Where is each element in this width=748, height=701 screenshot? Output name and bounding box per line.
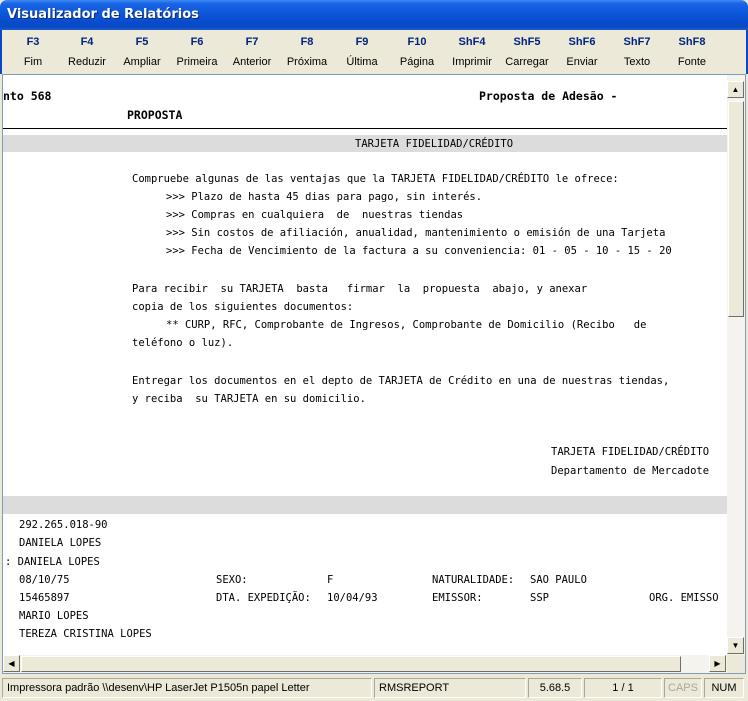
signature-line: TARJETA FIDELIDAD/CRÉDITO <box>551 446 710 458</box>
page-key: F10 <box>407 36 427 48</box>
status-pages: 1 / 1 <box>584 678 662 698</box>
benefit-item: >>> Compras en cualquiera de nuestras ti… <box>166 209 464 221</box>
sexo-value: F <box>327 574 334 586</box>
emissor-value: SSP <box>530 592 549 604</box>
last-page-button[interactable]: F9 Última <box>335 36 389 68</box>
naturalidade-value: SAO PAULO <box>530 574 587 586</box>
rg-value: 15465897 <box>19 592 70 604</box>
next-page-key: F8 <box>300 36 314 48</box>
font-button[interactable]: ShF8 Fonte <box>665 36 719 68</box>
header-rule <box>3 128 727 129</box>
report-header-left: nto 568 <box>3 89 52 103</box>
benefit-item: >>> Fecha de Vencimiento de la factura a… <box>166 245 672 257</box>
page-label: Página <box>399 56 435 68</box>
report-viewer[interactable]: nto 568 Proposta de Adesão - PROPOSTA TA… <box>2 74 746 674</box>
vertical-scrollbar[interactable]: ▲ ▼ <box>727 75 745 655</box>
zoom-in-label: Ampliar <box>123 56 161 68</box>
first-page-button[interactable]: F6 Primeira <box>170 36 224 68</box>
zoom-in-button[interactable]: F5 Ampliar <box>115 36 169 68</box>
report-page: nto 568 Proposta de Adesão - PROPOSTA TA… <box>3 75 727 655</box>
last-page-label: Última <box>346 56 378 68</box>
father-value: MARIO LOPES <box>19 610 89 622</box>
scroll-left-icon[interactable]: ◀ <box>3 655 20 672</box>
status-version: 5.68.5 <box>528 678 582 698</box>
documents-line: ** CURP, RFC, Comprobante de Ingresos, C… <box>166 319 647 331</box>
next-page-button[interactable]: F8 Próxima <box>280 36 334 68</box>
load-label: Carregar <box>505 56 549 68</box>
font-key: ShF8 <box>678 36 706 48</box>
zoom-out-button[interactable]: F4 Reduzir <box>60 36 114 68</box>
benefit-item: >>> Sin costos de afiliación, anualidad,… <box>166 227 666 239</box>
text-label: Texto <box>623 56 651 68</box>
status-report-name: RMSREPORT <box>374 678 526 698</box>
previous-page-label: Anterior <box>232 56 272 68</box>
name-value: DANIELA LOPES <box>19 537 102 549</box>
previous-page-key: F7 <box>245 36 259 48</box>
status-num: NUM <box>704 678 744 698</box>
name2-value: : DANIELA LOPES <box>5 556 100 568</box>
section-title: TARJETA FIDELIDAD/CRÉDITO <box>355 138 514 150</box>
report-header-right: Proposta de Adesão - <box>479 89 618 103</box>
send-label: Enviar <box>566 56 598 68</box>
documents-line: teléfono o luz). <box>132 337 234 349</box>
data-section-band <box>3 496 727 514</box>
emissor-label: EMISSOR: <box>432 592 483 604</box>
zoom-out-label: Reduzir <box>68 56 106 68</box>
dta-label: DTA. EXPEDIÇÃO: <box>216 592 311 604</box>
window-title: Visualizador de Relatórios <box>7 7 199 22</box>
paragraph-line: Entregar los documentos en el depto de T… <box>132 375 670 387</box>
end-button[interactable]: F3 Fim <box>6 36 60 68</box>
status-bar: Impressora padrão \\desenv\HP LaserJet P… <box>0 676 748 701</box>
naturalidade-label: NATURALIDADE: <box>432 574 515 586</box>
print-key: ShF4 <box>458 36 486 48</box>
paragraph-line: y reciba su TARJETA en su domicilio. <box>132 393 366 405</box>
print-label: Imprimir <box>452 56 492 68</box>
zoom-in-key: F5 <box>135 36 149 48</box>
scroll-up-icon[interactable]: ▲ <box>727 81 744 98</box>
horizontal-scrollbar[interactable]: ◀ ▶ <box>3 655 727 673</box>
text-button[interactable]: ShF7 Texto <box>610 36 664 68</box>
window-title-bar[interactable]: Visualizador de Relatórios <box>0 0 748 30</box>
first-page-key: F6 <box>190 36 204 48</box>
last-page-key: F9 <box>355 36 369 48</box>
status-caps: CAPS <box>664 678 702 698</box>
end-label: Fim <box>23 56 43 68</box>
horizontal-scroll-thumb[interactable] <box>21 656 681 672</box>
send-button[interactable]: ShF6 Enviar <box>555 36 609 68</box>
font-label: Fonte <box>677 56 707 68</box>
page-button[interactable]: F10 Página <box>390 36 444 68</box>
first-page-label: Primeira <box>176 56 218 68</box>
report-subheader: PROPOSTA <box>127 108 183 122</box>
vertical-scroll-thumb[interactable] <box>728 101 744 317</box>
paragraph-line: copia de los siguientes documentos: <box>132 301 354 313</box>
scroll-right-icon[interactable]: ▶ <box>709 655 726 672</box>
previous-page-button[interactable]: F7 Anterior <box>225 36 279 68</box>
next-page-label: Próxima <box>286 56 328 68</box>
birth-date-value: 08/10/75 <box>19 574 70 586</box>
mother-value: TEREZA CRISTINA LOPES <box>19 628 152 640</box>
scrollbar-corner <box>727 655 745 673</box>
zoom-out-key: F4 <box>80 36 94 48</box>
status-printer: Impressora padrão \\desenv\HP LaserJet P… <box>2 678 372 698</box>
sexo-label: SEXO: <box>216 574 248 586</box>
org-label: ORG. EMISSO <box>649 592 719 604</box>
benefit-item: >>> Plazo de hasta 45 dias para pago, si… <box>166 191 483 203</box>
load-key: ShF5 <box>513 36 541 48</box>
cpf-value: 292.265.018-90 <box>19 519 108 531</box>
paragraph-line: Para recibir su TARJETA basta firmar la … <box>132 283 588 295</box>
signature-line: Departamento de Mercadote <box>551 465 710 477</box>
load-button[interactable]: ShF5 Carregar <box>500 36 554 68</box>
dta-value: 10/04/93 <box>327 592 378 604</box>
end-key: F3 <box>26 36 40 48</box>
send-key: ShF6 <box>568 36 596 48</box>
toolbar: F3 Fim F4 Reduzir F5 Ampliar F6 Primeira… <box>0 30 748 74</box>
print-button[interactable]: ShF4 Imprimir <box>445 36 499 68</box>
scroll-down-icon[interactable]: ▼ <box>727 637 744 654</box>
text-key: ShF7 <box>623 36 651 48</box>
intro-text: Compruebe algunas de las ventajas que la… <box>132 173 619 185</box>
